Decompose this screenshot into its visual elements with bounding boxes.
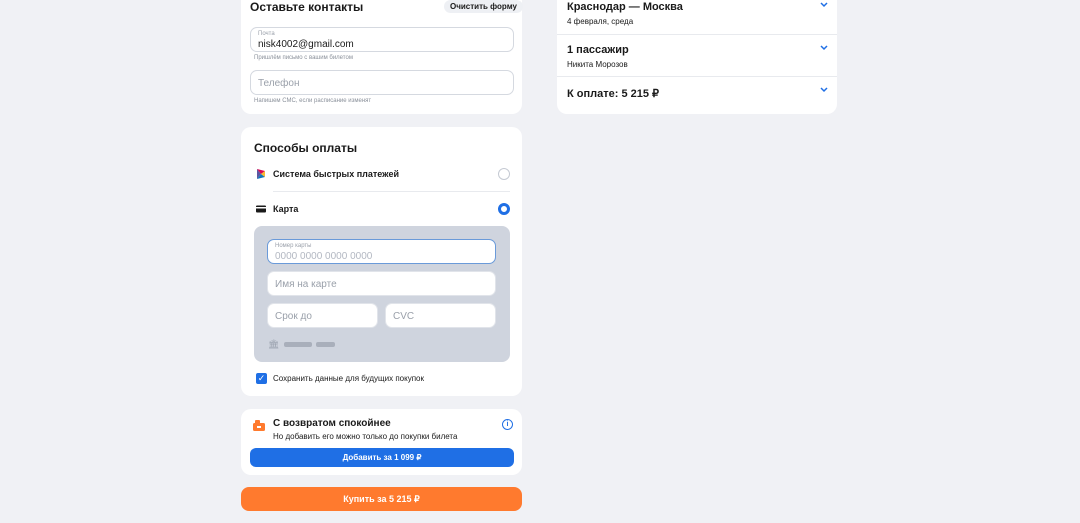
contacts-title: Оставьте контакты <box>250 0 364 14</box>
buy-button[interactable]: Купить за 5 215 ₽ <box>241 487 522 511</box>
phone-hint: Напишем СМС, если расписание изменят <box>254 98 372 104</box>
payment-method-card[interactable]: Карта <box>241 194 522 224</box>
refund-subtitle: Но добавить его можно только до покупки … <box>273 432 458 441</box>
card-radio[interactable] <box>498 203 510 215</box>
total-title: К оплате: 5 215 ₽ <box>567 88 660 100</box>
phone-placeholder: Телефон <box>258 78 300 89</box>
sbp-label: Система быстрых платежей <box>273 169 399 179</box>
order-summary-card: Краснодар — Москва 4 февраля, среда 1 па… <box>557 0 837 114</box>
divider <box>273 191 510 192</box>
card-expiry-field[interactable]: Срок до <box>267 303 378 328</box>
chevron-down-icon[interactable] <box>819 44 829 52</box>
save-card-checkbox[interactable]: ✓ <box>256 373 267 384</box>
card-label: Карта <box>273 204 299 214</box>
info-icon[interactable]: i <box>502 419 513 430</box>
payment-method-sbp[interactable]: Система быстрых платежей <box>241 159 522 189</box>
route-date: 4 февраля, среда <box>567 17 634 26</box>
payment-title: Способы оплаты <box>254 141 358 155</box>
clear-form-button[interactable]: Очистить форму <box>444 0 523 13</box>
email-hint: Пришлём письмо с вашим билетом <box>254 55 353 61</box>
passengers-title: 1 пассажир <box>567 44 629 56</box>
refund-card: С возвратом спокойнее Но добавить его мо… <box>241 409 522 475</box>
total-row[interactable]: К оплате: 5 215 ₽ <box>557 77 837 113</box>
refund-title: С возвратом спокойнее <box>273 418 391 429</box>
sbp-icon <box>257 169 265 179</box>
payment-card: Способы оплаты Система быстрых платежей … <box>241 127 522 396</box>
save-card-label: Сохранить данные для будущих покупок <box>273 374 424 383</box>
card-name-field[interactable]: Имя на карте <box>267 271 496 296</box>
card-number-field[interactable]: Номер карты 0000 0000 0000 0000 <box>267 239 496 264</box>
bank-placeholder-bar <box>316 342 335 347</box>
passenger-name: Никита Морозов <box>567 60 628 69</box>
contacts-card: Оставьте контакты Очистить форму Почта n… <box>241 0 523 114</box>
bank-icon: 🏛︎ <box>268 339 280 349</box>
card-icon <box>256 205 266 213</box>
gift-icon <box>253 420 265 431</box>
passengers-row[interactable]: 1 пассажир Никита Морозов <box>557 35 837 77</box>
phone-field[interactable]: Телефон <box>250 70 514 95</box>
card-number-label: Номер карты <box>275 243 312 249</box>
card-cvc-field[interactable]: CVC <box>385 303 496 328</box>
card-form: Номер карты 0000 0000 0000 0000 Имя на к… <box>254 226 510 362</box>
email-field[interactable]: Почта nisk4002@gmail.com <box>250 27 514 52</box>
card-expiry-placeholder: Срок до <box>275 311 312 322</box>
email-field-label: Почта <box>258 31 275 37</box>
card-cvc-placeholder: CVC <box>393 311 415 322</box>
email-field-value: nisk4002@gmail.com <box>258 39 354 50</box>
bank-placeholder-bar <box>284 342 312 347</box>
sbp-radio[interactable] <box>498 168 510 180</box>
chevron-down-icon[interactable] <box>819 1 829 9</box>
card-number-placeholder: 0000 0000 0000 0000 <box>275 251 373 262</box>
route-title: Краснодар — Москва <box>567 1 683 13</box>
add-refund-button[interactable]: Добавить за 1 099 ₽ <box>250 448 514 467</box>
route-row[interactable]: Краснодар — Москва 4 февраля, среда <box>557 0 837 35</box>
card-name-placeholder: Имя на карте <box>275 279 337 290</box>
chevron-down-icon[interactable] <box>819 86 829 94</box>
